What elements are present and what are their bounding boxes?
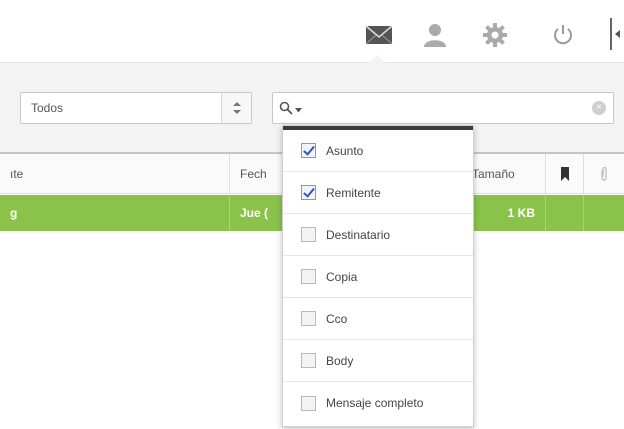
checkbox-destinatario[interactable] (301, 227, 316, 242)
column-header-sender[interactable]: ıte (0, 154, 230, 194)
filter-select[interactable]: Todos (20, 92, 252, 124)
bookmark-icon[interactable] (546, 154, 584, 194)
power-icon[interactable] (548, 20, 578, 50)
search-options-button[interactable] (279, 99, 309, 119)
menu-item-label: Remitente (326, 185, 381, 200)
menu-item-asunto[interactable]: Asunto (283, 130, 473, 172)
menu-item-remitente[interactable]: Remitente (283, 172, 473, 214)
row-flag-cell[interactable] (546, 195, 584, 231)
clear-icon[interactable]: × (592, 101, 606, 115)
row-attachment-cell (584, 195, 624, 231)
checkbox-mensaje-completo[interactable] (301, 395, 316, 411)
search-scope-menu: Asunto Remitente Destinatario Copia Cco … (282, 125, 474, 427)
chevron-down-icon (295, 102, 302, 116)
checkbox-remitente[interactable] (301, 185, 316, 200)
gear-icon[interactable] (480, 20, 510, 50)
up-down-arrows-icon[interactable] (221, 93, 251, 123)
menu-item-label: Destinatario (326, 227, 391, 242)
menu-item-mensaje-completo[interactable]: Mensaje completo (283, 382, 473, 424)
menu-item-label: Mensaje completo (326, 396, 424, 410)
menu-item-label: Copia (326, 269, 358, 284)
user-icon[interactable] (420, 20, 450, 50)
webmail-app: Todos × ıte Fech Tamaño g Jue (1 KB Asu… (0, 0, 624, 429)
top-navigation (0, 0, 624, 62)
checkbox-body[interactable] (301, 353, 316, 368)
search-input[interactable] (313, 97, 583, 119)
row-size: 1 KB (470, 195, 546, 231)
checkbox-cco[interactable] (301, 311, 316, 326)
filter-select-value: Todos (31, 101, 64, 115)
menu-item-cco[interactable]: Cco (283, 298, 473, 340)
collapse-edge-icon[interactable] (610, 18, 624, 50)
search-box: × (272, 92, 614, 124)
checkbox-copia[interactable] (301, 269, 316, 284)
active-nav-indicator (368, 55, 386, 63)
row-sender: g (0, 195, 230, 231)
menu-item-copia[interactable]: Copia (283, 256, 473, 298)
menu-item-label: Cco (326, 311, 348, 326)
menu-item-destinatario[interactable]: Destinatario (283, 214, 473, 256)
paperclip-icon[interactable] (584, 154, 624, 194)
menu-item-label: Body (326, 353, 354, 368)
column-header-size[interactable]: Tamaño (470, 154, 546, 194)
envelope-icon[interactable] (364, 20, 394, 50)
menu-item-label: Asunto (326, 143, 364, 158)
checkbox-asunto[interactable] (301, 143, 316, 158)
menu-item-body[interactable]: Body (283, 340, 473, 382)
search-icon (279, 101, 293, 118)
